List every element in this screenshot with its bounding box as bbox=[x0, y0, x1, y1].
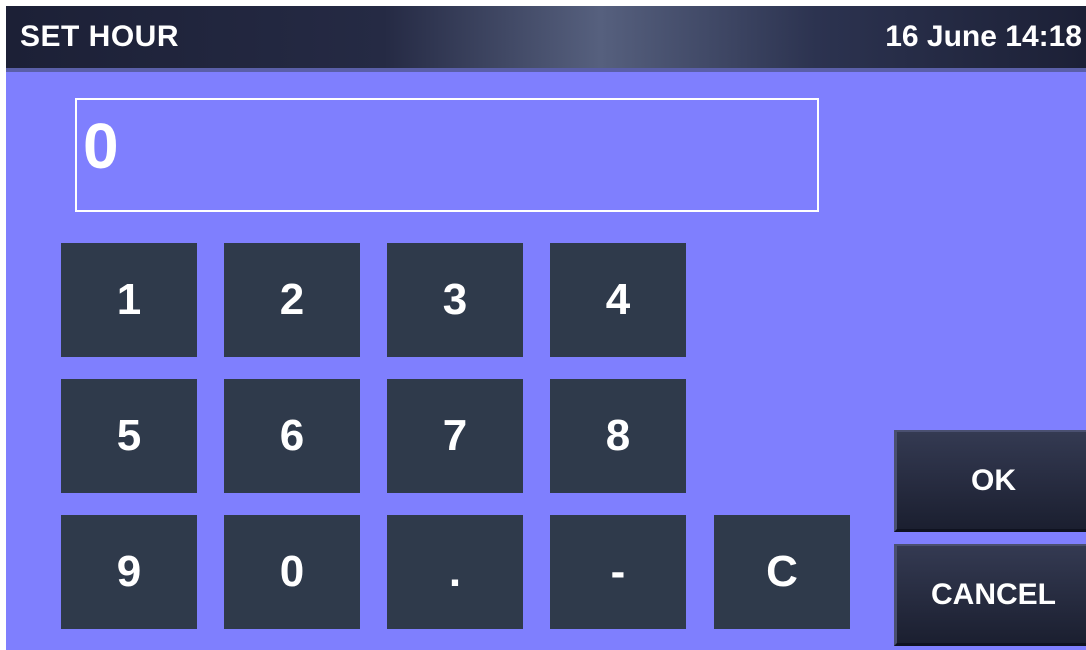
key-3-button[interactable]: 3 bbox=[387, 243, 523, 357]
ok-button[interactable]: OK bbox=[894, 430, 1086, 532]
key-9-button[interactable]: 9 bbox=[61, 515, 197, 629]
page-title: SET HOUR bbox=[20, 20, 180, 53]
key-minus-button[interactable]: - bbox=[550, 515, 686, 629]
key-5-button[interactable]: 5 bbox=[61, 379, 197, 493]
value-input-field[interactable]: 0 bbox=[75, 98, 819, 212]
key-7-button[interactable]: 7 bbox=[387, 379, 523, 493]
key-1-button[interactable]: 1 bbox=[61, 243, 197, 357]
key-2-button[interactable]: 2 bbox=[224, 243, 360, 357]
key-0-button[interactable]: 0 bbox=[224, 515, 360, 629]
clear-button[interactable]: C bbox=[714, 515, 850, 629]
key-decimal-button[interactable]: . bbox=[387, 515, 523, 629]
key-4-button[interactable]: 4 bbox=[550, 243, 686, 357]
key-8-button[interactable]: 8 bbox=[550, 379, 686, 493]
date-time-display: 16 June 14:18 bbox=[885, 20, 1082, 53]
title-bar: SET HOUR 16 June 14:18 bbox=[6, 6, 1086, 72]
input-value: 0 bbox=[83, 110, 119, 182]
key-6-button[interactable]: 6 bbox=[224, 379, 360, 493]
cancel-button[interactable]: CANCEL bbox=[894, 544, 1086, 646]
numeric-keypad-screen: SET HOUR 16 June 14:18 0 1 2 3 4 5 6 7 8… bbox=[6, 6, 1086, 650]
